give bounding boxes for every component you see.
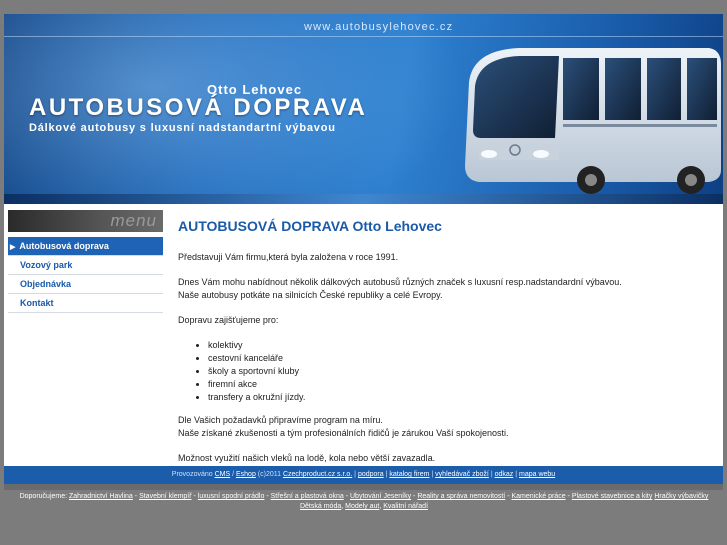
recommend-link[interactable]: Dětská móda [300, 503, 341, 510]
recommend-link[interactable]: Modely aut [345, 503, 379, 510]
recommend-link[interactable]: Reality a správa nemovitostí [417, 493, 505, 500]
footer-link-katalog[interactable]: katalog firem [389, 471, 429, 478]
eshop-link[interactable]: Eshop [236, 471, 256, 478]
menu-item-autobusova-doprava[interactable]: ▶ Autobusová doprava [8, 237, 163, 256]
services-intro: Dopravu zajišťujeme pro: [178, 315, 279, 325]
arrow-right-icon: ▶ [10, 244, 16, 251]
recommend-link[interactable]: Kvalitní nářadí [383, 503, 428, 510]
trailers-paragraph: Možnost využití našich vleků na lodě, ko… [178, 453, 436, 463]
fleet-text-2: Naše autobusy potkáte na silnicích České… [178, 290, 443, 300]
footer-link-mapa[interactable]: mapa webu [519, 471, 555, 478]
recommend-link[interactable]: Kamenické práce [512, 493, 566, 500]
company-link[interactable]: Czechproduct.cz s.r.o. [283, 471, 352, 478]
recommend-links: Doporučujeme: Zahradnictví Havlina - Sta… [19, 493, 709, 510]
recommend-link[interactable]: Hračky výbavičky [654, 493, 708, 500]
recommend-label: Doporučujeme: [19, 493, 68, 500]
footer-link-odkaz[interactable]: odkaz [495, 471, 514, 478]
program-text-2: Naše získané zkušenosti a tým profesioná… [178, 428, 509, 438]
site-url[interactable]: www.autobusylehovec.cz [304, 21, 453, 33]
sidebar-menu: ▶ Autobusová doprava Vozový park Objednáv… [8, 237, 163, 313]
footer-bar: Provozováno CMS / Eshop (c)2011 Czechpro… [4, 466, 723, 484]
site-title: AUTOBUSOVÁ DOPRAVA [29, 94, 368, 121]
list-item: cestovní kanceláře [208, 352, 698, 365]
menu-item-objednavka[interactable]: Objednávka [8, 275, 163, 294]
list-item: transfery a okružní jízdy. [208, 391, 698, 404]
program-text: Dle Vašich požadavků připravíme program … [178, 415, 383, 425]
menu-header-label: menu [110, 211, 157, 230]
services-list: kolektivy cestovní kanceláře školy a spo… [178, 339, 698, 404]
recommend-link[interactable]: luxusní spodní prádlo [198, 493, 265, 500]
program-paragraph: Dle Vašich požadavků připravíme program … [178, 414, 698, 440]
cms-link[interactable]: CMS [215, 471, 231, 478]
footer-shadow [4, 484, 723, 490]
recommend-link[interactable]: Ubytování Jeseníky [350, 493, 411, 500]
list-item: školy a sportovní kluby [208, 365, 698, 378]
recommend-link[interactable]: Zahradnictví Havlina [69, 493, 133, 500]
recommend-link[interactable]: Střešní a plastová okna [271, 493, 344, 500]
site-subtitle: Dálkové autobusy s luxusní nadstandartní… [29, 122, 336, 134]
banner-stripe [4, 194, 723, 204]
menu-item-label: Autobusová doprava [19, 241, 109, 251]
menu-item-kontakt[interactable]: Kontakt [8, 294, 163, 313]
recommend-link[interactable]: Plastové stavebnice a kity [572, 493, 653, 500]
list-item: firemní akce [208, 378, 698, 391]
footer-copyright: (c)2011 [255, 471, 283, 478]
menu-header: menu [8, 210, 163, 232]
footer-link-podpora[interactable]: podpora [358, 471, 384, 478]
intro-paragraph: Představuji Vám firmu,která byla založen… [178, 252, 399, 262]
header-banner: www.autobusylehovec.cz Otto Lehovec AUTO… [4, 14, 723, 204]
list-item: kolektivy [208, 339, 698, 352]
page-title: AUTOBUSOVÁ DOPRAVA Otto Lehovec [178, 218, 442, 234]
main-content: AUTOBUSOVÁ DOPRAVA Otto Lehovec Představ… [178, 218, 698, 477]
fleet-text: Dnes Vám mohu nabídnout několik dálkovýc… [178, 277, 622, 287]
footer-link-vyhledavac[interactable]: vyhledávač zboží [435, 471, 489, 478]
fleet-paragraph: Dnes Vám mohu nabídnout několik dálkovýc… [178, 276, 698, 302]
bus-image [465, 48, 721, 194]
footer-prefix: Provozováno [171, 471, 213, 478]
page: www.autobusylehovec.cz Otto Lehovec AUTO… [4, 14, 723, 490]
banner-divider [4, 36, 723, 37]
recommend-link[interactable]: Stavební klempíř [139, 493, 192, 500]
menu-item-vozovy-park[interactable]: Vozový park [8, 256, 163, 275]
